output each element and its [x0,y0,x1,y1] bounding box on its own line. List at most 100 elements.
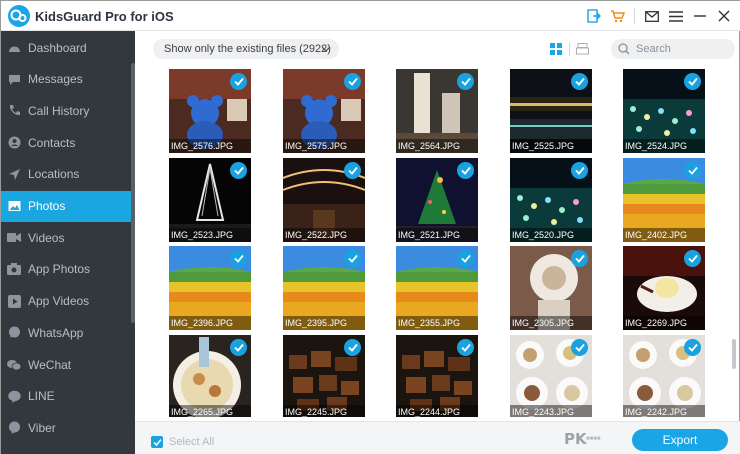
wechat-icon [7,358,21,372]
photo-filename: IMG_2243.JPG [510,405,592,417]
photo-tile[interactable]: IMG_2242.JPG [623,335,705,417]
sidebar-item-app-videos[interactable]: App Videos [1,286,131,317]
photo-tile[interactable]: IMG_2269.JPG [623,246,705,330]
check-icon[interactable] [571,73,588,90]
photo-tile[interactable]: IMG_2265.JPG [169,335,251,417]
search-input[interactable]: Search [636,43,671,55]
photo-icon [7,199,21,213]
sidebar-item-label: Contacts [28,135,76,150]
photo-filename: IMG_2269.JPG [623,316,705,330]
grid-scrollbar[interactable] [732,339,736,369]
photo-tile[interactable]: IMG_2402.JPG [623,158,705,242]
photo-grid: IMG_2576.JPG IMG_2575.JPG IMG_2564.JPG IMG_… [135,65,731,417]
photo-tile[interactable]: IMG_2355.JPG [396,246,478,330]
check-icon[interactable] [684,162,701,179]
app-window: KidsGuard Pro for iOS Dashboard Messages C… [0,0,740,454]
photo-tile[interactable]: IMG_2396.JPG [169,246,251,330]
photo-filename: IMG_2524.JPG [623,139,705,153]
sidebar: Dashboard Messages Call History Contacts Loc… [1,31,135,454]
photo-tile[interactable]: IMG_2524.JPG [623,69,705,153]
photo-tile[interactable]: IMG_2305.JPG [510,246,592,330]
sidebar-item-app-photos[interactable]: App Photos [1,254,131,285]
app-title: KidsGuard Pro for iOS [35,9,174,24]
check-icon[interactable] [684,339,701,356]
close-icon[interactable] [715,7,733,25]
check-icon[interactable] [230,162,247,179]
export-button[interactable]: Export [632,429,728,451]
photo-tile[interactable]: IMG_2575.JPG [283,69,365,153]
grid-view-icon[interactable] [550,43,562,55]
sidebar-item-label: App Videos [28,294,90,309]
check-icon[interactable] [344,73,361,90]
sidebar-item-messages[interactable]: Messages [1,64,131,95]
check-icon[interactable] [571,162,588,179]
photo-filename: IMG_2244.JPG [396,405,478,417]
minimize-icon[interactable] [691,7,709,25]
sidebar-item-call-history[interactable]: Call History [1,95,131,126]
sidebar-item-label: Messages [28,72,83,87]
photo-filename: IMG_2305.JPG [510,316,592,330]
check-icon[interactable] [684,73,701,90]
menu-icon[interactable] [667,7,685,25]
photo-filename: IMG_2265.JPG [169,405,251,417]
sidebar-item-label: WeChat [28,357,72,372]
photo-filename: IMG_2395.JPG [283,316,365,330]
photo-tile[interactable]: IMG_2520.JPG [510,158,592,242]
line-icon [7,389,21,403]
play-icon [7,294,21,308]
photo-tile[interactable]: IMG_2521.JPG [396,158,478,242]
select-all-checkbox[interactable]: Select All [151,436,214,448]
sidebar-item-photos[interactable]: Photos [1,190,131,222]
title-bar: KidsGuard Pro for iOS [1,1,740,31]
check-icon[interactable] [571,339,588,356]
sidebar-item-wechat[interactable]: WeChat [1,349,131,380]
photo-tile[interactable]: IMG_2576.JPG [169,69,251,153]
video-camera-icon [7,231,21,245]
photo-tile[interactable]: IMG_2525.JPG [510,69,592,153]
check-icon[interactable] [344,339,361,356]
dashboard-icon [7,41,21,55]
check-icon[interactable] [571,250,588,267]
mail-icon[interactable] [643,7,661,25]
sidebar-item-whatsapp[interactable]: WhatsApp [1,317,131,348]
check-icon[interactable] [457,250,474,267]
sidebar-item-line[interactable]: LINE [1,381,131,412]
check-icon[interactable] [457,162,474,179]
export-icon[interactable] [585,7,603,25]
photo-tile[interactable]: IMG_2245.JPG [283,335,365,417]
whatsapp-icon [7,326,21,340]
contacts-icon [7,136,21,150]
sidebar-item-contacts[interactable]: Contacts [1,127,131,158]
sidebar-item-label: Viber [28,420,56,435]
check-icon[interactable] [457,339,474,356]
viber-icon [7,421,21,435]
check-icon[interactable] [230,250,247,267]
photo-tile[interactable]: IMG_2522.JPG [283,158,365,242]
sidebar-item-label: App Photos [28,262,91,277]
filter-dropdown[interactable]: Show only the existing files (2922) [153,39,339,59]
list-view-icon[interactable] [576,43,589,55]
camera-icon [7,262,21,276]
cart-icon[interactable] [608,7,626,25]
photo-tile[interactable]: IMG_2523.JPG [169,158,251,242]
photo-tile[interactable]: IMG_2244.JPG [396,335,478,417]
check-icon[interactable] [344,250,361,267]
check-icon[interactable] [457,73,474,90]
chat-bubble-icon [7,72,21,86]
photo-filename: IMG_2396.JPG [169,316,251,330]
photo-tile[interactable]: IMG_2564.JPG [396,69,478,153]
sidebar-item-videos[interactable]: Videos [1,222,131,253]
check-icon[interactable] [344,162,361,179]
photo-filename: IMG_2576.JPG [169,139,251,153]
check-icon[interactable] [230,339,247,356]
photo-tile[interactable]: IMG_2243.JPG [510,335,592,417]
search-box[interactable]: Search [611,39,735,59]
check-icon[interactable] [684,250,701,267]
sidebar-item-locations[interactable]: Locations [1,159,131,190]
sidebar-item-viber[interactable]: Viber [1,412,131,443]
location-arrow-icon [7,167,21,181]
footer-bar: Select All PK ■■■■ Export [135,421,740,454]
photo-tile[interactable]: IMG_2395.JPG [283,246,365,330]
check-icon[interactable] [230,73,247,90]
sidebar-item-dashboard[interactable]: Dashboard [1,32,131,63]
